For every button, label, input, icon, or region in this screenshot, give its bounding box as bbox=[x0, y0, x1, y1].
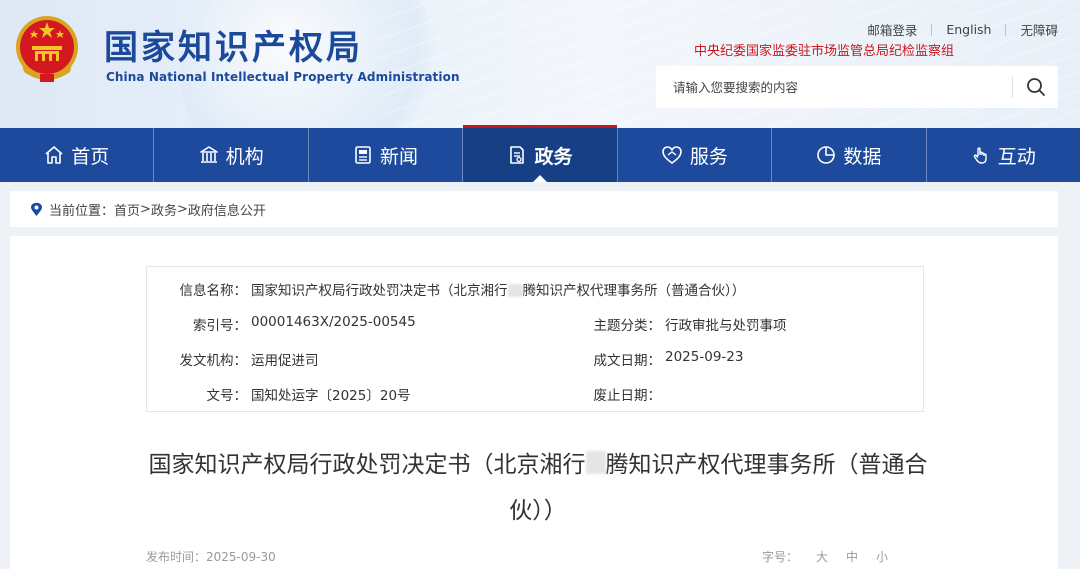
nav-label: 服务 bbox=[689, 145, 728, 168]
info-row-date: 成文日期： 2025-09-23 bbox=[573, 349, 744, 369]
info-date-label: 成文日期： bbox=[593, 353, 662, 369]
info-index-label: 索引号： bbox=[193, 318, 247, 334]
info-expiry-value bbox=[661, 384, 665, 404]
nav-item-affairs[interactable]: 政务 bbox=[463, 125, 618, 182]
font-size-small-button[interactable]: 小 bbox=[876, 548, 888, 565]
info-name-label: 信息名称： bbox=[179, 283, 248, 299]
english-link[interactable]: English bbox=[932, 22, 1005, 37]
national-emblem-icon[interactable] bbox=[14, 14, 80, 84]
font-size-label: 字号： bbox=[761, 550, 798, 564]
accessibility-link[interactable]: 无障碍 bbox=[1006, 20, 1058, 39]
info-expiry-label: 废止日期： bbox=[593, 388, 662, 404]
location-pin-icon bbox=[30, 202, 43, 217]
font-size-large-button[interactable]: 大 bbox=[816, 548, 828, 565]
mail-login-link[interactable]: 邮箱登录 bbox=[853, 20, 931, 39]
info-index-value: 00001463X/2025-00545 bbox=[251, 314, 416, 330]
document-info-table: 信息名称： 国家知识产权局行政处罚决定书（北京湘行 腾知识产权代理事务所（普通合伙… bbox=[146, 266, 924, 412]
breadcrumb-prefix: 当前位置： bbox=[49, 203, 115, 219]
nav-label: 首页 bbox=[71, 145, 110, 168]
redaction-blur bbox=[585, 451, 606, 474]
nav-item-interact[interactable]: 互动 bbox=[927, 128, 1080, 182]
nav-item-home[interactable]: 首页 bbox=[0, 128, 155, 182]
font-size-medium-button[interactable]: 中 bbox=[846, 548, 858, 565]
breadcrumb: 当前位置： 首页 > 政务 > 政府信息公开 bbox=[10, 191, 1058, 227]
info-row-docno: 文号： 国知处运字〔2025〕20号 bbox=[161, 384, 411, 404]
breadcrumb-home[interactable]: 首页 bbox=[114, 200, 140, 219]
search-button[interactable] bbox=[1013, 66, 1058, 108]
news-icon bbox=[353, 145, 373, 165]
nav-label: 互动 bbox=[997, 145, 1036, 168]
info-row-index: 索引号： 00001463X/2025-00545 bbox=[161, 314, 416, 334]
top-links: 邮箱登录 English 无障碍 bbox=[853, 20, 1058, 39]
site-logo-subtitle[interactable]: China National Intellectual Property Adm… bbox=[106, 70, 460, 84]
nav-label: 新闻 bbox=[380, 145, 419, 168]
main-content: 信息名称： 国家知识产权局行政处罚决定书（北京湘行 腾知识产权代理事务所（普通合伙… bbox=[10, 236, 1058, 569]
site-logo-title[interactable]: 国家知识产权局 bbox=[104, 20, 363, 69]
search-box bbox=[656, 66, 1058, 108]
nav-item-institution[interactable]: 机构 bbox=[154, 128, 309, 182]
info-row-name: 信息名称： 国家知识产权局行政处罚决定书（北京湘行 腾知识产权代理事务所（普通合伙… bbox=[161, 279, 746, 299]
search-input[interactable] bbox=[656, 66, 1012, 108]
info-issuer-label: 发文机构： bbox=[179, 353, 248, 369]
service-icon bbox=[661, 145, 683, 165]
info-date-value: 2025-09-23 bbox=[665, 349, 744, 365]
breadcrumb-separator: > bbox=[176, 201, 188, 217]
site-header: 国家知识产权局 China National Intellectual Prop… bbox=[0, 0, 1080, 128]
breadcrumb-gov-info[interactable]: 政府信息公开 bbox=[188, 200, 266, 219]
redaction-blur bbox=[507, 283, 523, 297]
nav-label: 数据 bbox=[843, 145, 882, 168]
nav-label: 政务 bbox=[534, 145, 573, 168]
nav-label: 机构 bbox=[225, 145, 264, 168]
data-icon bbox=[816, 145, 836, 165]
info-topic-value: 行政审批与处罚事项 bbox=[665, 318, 787, 334]
info-row-issuer: 发文机构： 运用促进司 bbox=[161, 349, 319, 369]
breadcrumb-affairs[interactable]: 政务 bbox=[151, 200, 177, 219]
institution-icon bbox=[199, 145, 219, 165]
info-docno-label: 文号： bbox=[206, 388, 248, 404]
info-row-expiry: 废止日期： bbox=[573, 384, 665, 404]
info-issuer-value: 运用促进司 bbox=[251, 353, 319, 369]
info-topic-label: 主题分类： bbox=[593, 318, 662, 334]
publish-date: 发布时间：2025-09-30 bbox=[146, 550, 276, 564]
search-icon bbox=[1026, 78, 1045, 96]
article-title: 国家知识产权局行政处罚决定书（北京湘行 腾知识产权代理事务所（普通合伙）） bbox=[148, 451, 928, 524]
nav-item-data[interactable]: 数据 bbox=[772, 128, 927, 182]
main-nav: 首页 机构 新闻 政务 服务 数据 互动 bbox=[0, 125, 1080, 182]
info-docno-value: 国知处运字〔2025〕20号 bbox=[251, 388, 411, 404]
font-size-switcher: 字号： 大 中 小 bbox=[762, 548, 888, 565]
affairs-icon bbox=[507, 145, 527, 165]
discipline-inspection-link[interactable]: 中央纪委国家监委驻市场监管总局纪检监察组 bbox=[694, 40, 954, 59]
interact-icon bbox=[971, 145, 991, 165]
home-icon bbox=[44, 145, 64, 165]
info-name-value: 国家知识产权局行政处罚决定书（北京湘行 腾知识产权代理事务所（普通合伙）） bbox=[251, 283, 746, 299]
breadcrumb-separator: > bbox=[140, 201, 151, 217]
nav-item-service[interactable]: 服务 bbox=[618, 128, 773, 182]
info-row-topic: 主题分类： 行政审批与处罚事项 bbox=[573, 314, 787, 334]
nav-item-news[interactable]: 新闻 bbox=[309, 128, 464, 182]
